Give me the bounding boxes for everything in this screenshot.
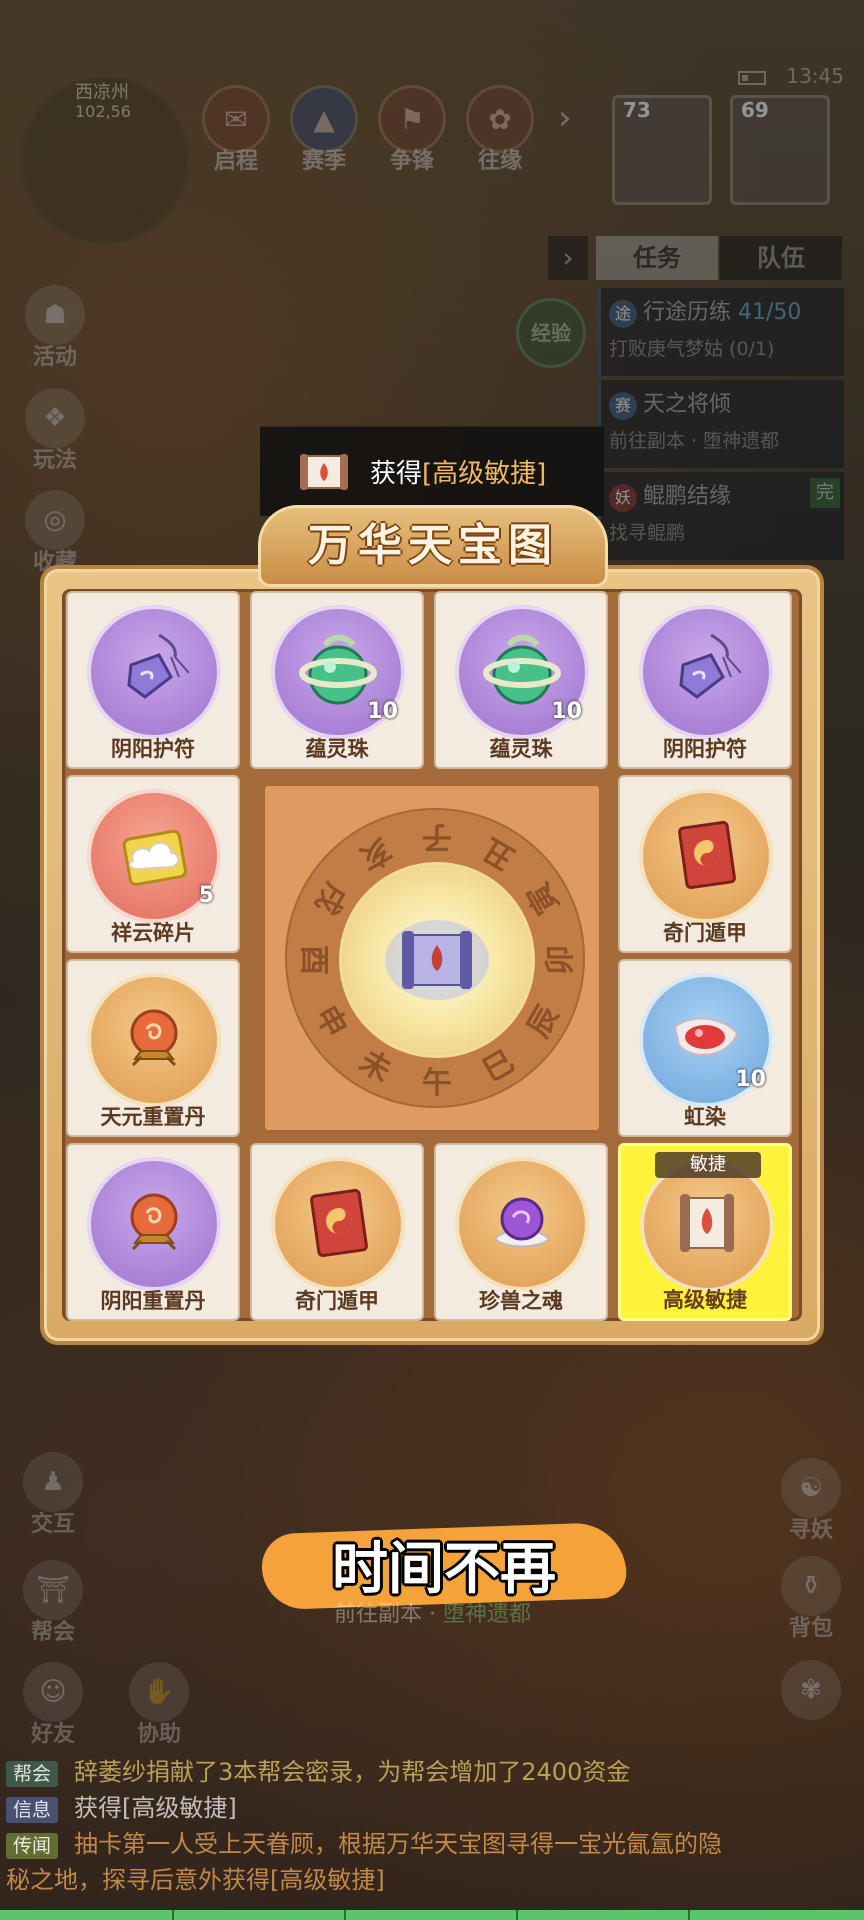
book-icon (663, 811, 749, 901)
video-subtitle: 时间不再 (332, 1537, 556, 1602)
board-title: 万华天宝图 (308, 520, 558, 571)
reward-cell[interactable]: 阴阳护符 (66, 591, 240, 769)
toast-prefix: 获得 (370, 459, 423, 489)
chat-text: 秘之地，探寻后意外获得[高级敏捷] (6, 1866, 385, 1894)
reward-icon-frame (87, 605, 221, 739)
dial-character: 寅 (521, 876, 567, 920)
reward-count: 5 (198, 883, 214, 908)
reward-name: 蕴灵珠 (305, 737, 369, 761)
chat-text: 辞萎纱捐献了3本帮会密录，为帮会增加了2400资金 (74, 1758, 631, 1786)
reward-name: 阴阳护符 (663, 737, 747, 761)
reward-cell[interactable]: 10 蕴灵珠 (250, 591, 424, 769)
reward-cell[interactable]: 奇门遁甲 (618, 775, 792, 953)
reward-name: 奇门遁甲 (663, 921, 747, 945)
bottom-nav-strip (0, 1910, 864, 1920)
dial-character: 子 (422, 819, 452, 854)
dial-character: 卯 (543, 945, 578, 975)
crystal-ball-icon (111, 1179, 197, 1269)
quest-hint-place: 堕神遗都 (442, 1602, 531, 1627)
chat-line: 信息 获得[高级敏捷] (6, 1790, 856, 1826)
board-title-banner: 万华天宝图 (258, 505, 608, 587)
dial-character: 巳 (477, 1044, 521, 1090)
reward-icon-frame (639, 789, 773, 923)
reward-count: 10 (735, 1067, 766, 1092)
dial-character: 辰 (521, 1000, 567, 1044)
reward-name: 虹染 (684, 1105, 726, 1129)
book-icon (295, 1179, 381, 1269)
crystal-ball-icon (111, 995, 197, 1085)
reward-cell[interactable]: 珍兽之魂 (434, 1143, 608, 1321)
reward-name: 珍兽之魂 (479, 1289, 563, 1313)
dial-center-orb (339, 862, 535, 1058)
reward-icon-frame (640, 1158, 774, 1292)
quest-hint: 前往副本 · 堕神遗都 (334, 1596, 531, 1628)
chat-line: 传闻 抽卡第一人受上天眷顾，根据万华天宝图寻得一宝光氤氲的隐 (6, 1826, 856, 1862)
dial-character: 酉 (296, 945, 331, 975)
reward-category-tag: 敏捷 (655, 1152, 761, 1178)
reward-name: 祥云碎片 (111, 921, 195, 945)
reward-count: 10 (551, 699, 582, 724)
chat-line: 秘之地，探寻后意外获得[高级敏捷] (6, 1862, 856, 1898)
reward-cell[interactable]: 天元重置丹 (66, 959, 240, 1137)
reward-cell[interactable]: 奇门遁甲 (250, 1143, 424, 1321)
dial-character: 戌 (307, 876, 353, 920)
dial-character: 丑 (477, 830, 521, 876)
toast-text: 获得[高级敏捷] (370, 453, 546, 490)
reward-name: 高级敏捷 (663, 1288, 747, 1312)
scroll-icon (385, 920, 489, 1000)
dial-character: 申 (307, 1000, 353, 1044)
chat-line: 帮会 辞萎纱捐献了3本帮会密录，为帮会增加了2400资金 (6, 1754, 856, 1790)
reward-cell[interactable]: 10 蕴灵珠 (434, 591, 608, 769)
chat-channel-tag: 传闻 (6, 1833, 58, 1859)
chat-text: 抽卡第一人受上天眷顾，根据万华天宝图寻得一宝光氤氲的隐 (74, 1830, 722, 1858)
chat-log[interactable]: 帮会 辞萎纱捐献了3本帮会密录，为帮会增加了2400资金 信息 获得[高级敏捷] 传… (6, 1754, 856, 1898)
beast-soul-icon (479, 1179, 565, 1269)
reward-count: 10 (367, 699, 398, 724)
item-obtained-toast: 获得[高级敏捷] (260, 426, 604, 516)
reward-icon-frame (271, 1157, 405, 1291)
reward-icon-frame (455, 1157, 589, 1291)
center-dial-panel: 子丑寅卯辰巳午未申酉戌亥 (262, 783, 602, 1133)
dial-character: 亥 (353, 830, 397, 876)
reward-cell[interactable]: 阴阳护符 (618, 591, 792, 769)
cloud-puzzle-icon (109, 809, 199, 903)
zodiac-dial: 子丑寅卯辰巳午未申酉戌亥 (285, 808, 585, 1108)
chat-channel-tag: 帮会 (6, 1761, 58, 1787)
reward-cell-selected[interactable]: 敏捷 高级敏捷 (618, 1143, 792, 1321)
scroll-icon (300, 453, 348, 490)
reward-cell[interactable]: 阴阳重置丹 (66, 1143, 240, 1321)
reward-name: 天元重置丹 (100, 1105, 206, 1129)
amulet-icon (663, 627, 749, 717)
reward-name: 阴阳护符 (111, 737, 195, 761)
reward-name: 阴阳重置丹 (100, 1289, 206, 1313)
chat-channel-tag: 信息 (6, 1797, 58, 1823)
reward-name: 奇门遁甲 (295, 1289, 379, 1313)
dial-character: 午 (422, 1066, 452, 1101)
quest-hint-prefix: 前往副本 · (334, 1602, 443, 1627)
reward-icon-frame (87, 1157, 221, 1291)
dial-character: 未 (353, 1044, 397, 1090)
toast-item-name: [高级敏捷] (422, 459, 547, 489)
scroll-icon (664, 1180, 750, 1270)
reward-icon-frame (87, 973, 221, 1107)
reward-cell[interactable]: 10 虹染 (618, 959, 792, 1137)
amulet-icon (111, 627, 197, 717)
reward-name: 蕴灵珠 (489, 737, 553, 761)
chat-text: 获得[高级敏捷] (74, 1794, 237, 1822)
reward-icon-frame (639, 605, 773, 739)
reward-cell[interactable]: 5 祥云碎片 (66, 775, 240, 953)
